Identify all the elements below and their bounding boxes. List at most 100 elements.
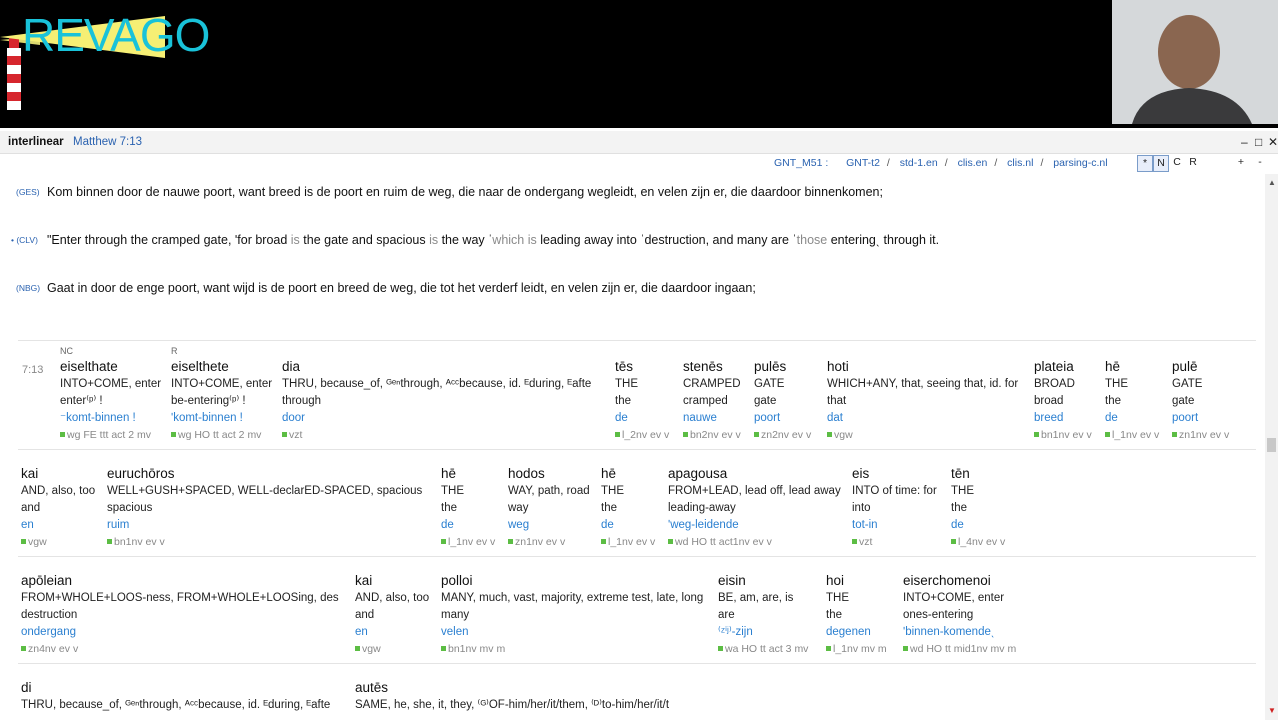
version-text: Gaat in door de enge poort, want wijd is…	[47, 281, 756, 295]
interlinear-word[interactable]: hē THE the de l_1nv ev v	[1105, 358, 1159, 444]
greek-word[interactable]: kai	[21, 465, 95, 483]
gloss-line: THE	[441, 485, 464, 497]
parsing-code: wg FE ttt act 2 mv	[60, 427, 161, 444]
dutch-gloss[interactable]: en	[355, 624, 429, 641]
parse-marker-icon	[1105, 432, 1110, 437]
dutch-gloss[interactable]: poort	[1172, 410, 1229, 427]
interlinear-word[interactable]: apagousa FROM+LEAD, lead off, lead away le…	[668, 465, 841, 551]
toggle-r[interactable]: R	[1186, 155, 1200, 170]
interlinear-word[interactable]: kai AND, also, too and en vgw	[21, 465, 95, 551]
dutch-gloss[interactable]: velen	[441, 624, 703, 641]
module-gnt-t2[interactable]: GNT-t2	[846, 157, 880, 169]
dutch-gloss[interactable]: ʹkomt-binnen !	[171, 410, 272, 427]
greek-word[interactable]: stenēs	[683, 358, 741, 376]
interlinear-word[interactable]: pulē GATE gate poort zn1nv ev v	[1172, 358, 1229, 444]
close-icon[interactable]: ✕	[1268, 135, 1278, 149]
greek-word[interactable]: hoi	[826, 572, 887, 590]
toggle-n[interactable]: N	[1153, 155, 1169, 172]
dutch-gloss[interactable]: ʹweg-leidende	[668, 517, 841, 534]
greek-word[interactable]: plateia	[1034, 358, 1092, 376]
interlinear-word[interactable]: di THRU, because_of, ᴳᵉⁿthrough, ᴬᶜᶜbecau…	[21, 679, 330, 714]
minimize-icon[interactable]: –	[1241, 135, 1248, 149]
module-std-1-en[interactable]: std-1.en	[900, 157, 938, 169]
interlinear-word[interactable]: pulēs GATE gate poort zn2nv ev v	[754, 358, 811, 444]
interlinear-word[interactable]: eis INTO of time: for into tot-in vzt	[852, 465, 937, 551]
zoom-in-button[interactable]: +	[1234, 155, 1248, 170]
dutch-gloss[interactable]: weg	[508, 517, 590, 534]
interlinear-word[interactable]: tēn THE the de l_4nv ev v	[951, 465, 1005, 551]
greek-word[interactable]: euruchōros	[107, 465, 422, 483]
module-gnt-m51[interactable]: GNT_M51 :	[774, 157, 828, 169]
greek-word[interactable]: eiselthete	[171, 358, 272, 376]
greek-word[interactable]: hodos	[508, 465, 590, 483]
module-clis-nl[interactable]: clis.nl	[1007, 157, 1033, 169]
interlinear-word[interactable]: Reiselthete INTO+COME, enter be-entering⁽ᵖ…	[171, 346, 272, 444]
greek-word[interactable]: pulē	[1172, 358, 1229, 376]
greek-word[interactable]: eiserchomenoi	[903, 572, 1016, 590]
interlinear-word[interactable]: stenēs CRAMPED cramped nauwe bn2nv ev v	[683, 358, 741, 444]
greek-word[interactable]: hoti	[827, 358, 1018, 376]
toggle-star[interactable]: *	[1137, 155, 1153, 172]
greek-word[interactable]: apagousa	[668, 465, 841, 483]
greek-word[interactable]: eis	[852, 465, 937, 483]
scrollbar[interactable]: ▲ ▼	[1265, 174, 1278, 720]
interlinear-word[interactable]: kai AND, also, too and en vgw	[355, 572, 429, 658]
greek-word[interactable]: dia	[282, 358, 591, 376]
dutch-gloss[interactable]: de	[1105, 410, 1159, 427]
interlinear-word[interactable]: plateia BROAD broad breed bn1nv ev v	[1034, 358, 1092, 444]
interlinear-word[interactable]: apōleian FROM+WHOLE+LOOS-ness, FROM+WHOLE…	[21, 572, 339, 658]
dutch-gloss[interactable]: ondergang	[21, 624, 339, 641]
dutch-gloss[interactable]: nauwe	[683, 410, 741, 427]
greek-word[interactable]: hē	[601, 465, 655, 483]
dutch-gloss[interactable]: door	[282, 410, 591, 427]
dutch-gloss[interactable]: ʹbinnen-komendeˎ	[903, 624, 1016, 641]
greek-word[interactable]: tēn	[951, 465, 1005, 483]
greek-word[interactable]: eiselthate	[60, 358, 161, 376]
interlinear-word[interactable]: tēs THE the de l_2nv ev v	[615, 358, 669, 444]
interlinear-word[interactable]: hē THE the de l_1nv ev v	[441, 465, 495, 551]
greek-word[interactable]: hē	[1105, 358, 1159, 376]
module-clis-en[interactable]: clis.en	[958, 157, 988, 169]
dutch-gloss[interactable]: degenen	[826, 624, 887, 641]
dutch-gloss[interactable]: breed	[1034, 410, 1092, 427]
dutch-gloss[interactable]: de	[601, 517, 655, 534]
interlinear-word[interactable]: eiserchomenoi INTO+COME, enter ones-enteri…	[903, 572, 1016, 658]
zoom-out-button[interactable]: -	[1253, 155, 1267, 170]
scroll-down-icon[interactable]: ▼	[1268, 706, 1276, 715]
maximize-icon[interactable]: □	[1255, 135, 1262, 149]
dutch-gloss[interactable]: ruim	[107, 517, 422, 534]
scroll-up-icon[interactable]: ▲	[1268, 178, 1276, 187]
greek-word[interactable]: tēs	[615, 358, 669, 376]
scroll-thumb[interactable]	[1267, 438, 1276, 452]
interlinear-word[interactable]: NC eiselthate INTO+COME, enter enter⁽ᵖ⁾ ! ⁻k…	[60, 346, 161, 444]
greek-word[interactable]: autēs	[355, 679, 669, 697]
interlinear-word[interactable]: hē THE the de l_1nv ev v	[601, 465, 655, 551]
dutch-gloss[interactable]: ⁻komt-binnen !	[60, 410, 161, 427]
dutch-gloss[interactable]: de	[951, 517, 1005, 534]
verse-reference[interactable]: Matthew 7:13	[73, 136, 142, 148]
dutch-gloss[interactable]: poort	[754, 410, 811, 427]
interlinear-word[interactable]: hoti WHICH+ANY, that, seeing that, id. fo…	[827, 358, 1018, 444]
interlinear-word[interactable]: eisin BE, am, are, is are ⁽ᶻⁱʲ⁾-zijn wa HO t…	[718, 572, 808, 658]
dutch-gloss[interactable]: tot-in	[852, 517, 937, 534]
dutch-gloss[interactable]: en	[21, 517, 95, 534]
interlinear-word[interactable]: autēs SAME, he, she, it, they, ⁽ᴳ⁾OF-him/…	[355, 679, 669, 714]
greek-word[interactable]: kai	[355, 572, 429, 590]
toggle-c[interactable]: C	[1170, 155, 1184, 170]
interlinear-word[interactable]: polloi MANY, much, vast, majority, extrem…	[441, 572, 703, 658]
greek-word[interactable]: eisin	[718, 572, 808, 590]
interlinear-word[interactable]: hoi THE the degenen l_1nv mv m	[826, 572, 887, 658]
dutch-gloss[interactable]: ⁽ᶻⁱʲ⁾-zijn	[718, 624, 808, 641]
greek-word[interactable]: apōleian	[21, 572, 339, 590]
module-parsing-c-nl[interactable]: parsing-c.nl	[1053, 157, 1107, 169]
interlinear-word[interactable]: euruchōros WELL+GUSH+SPACED, WELL-declarE…	[107, 465, 422, 551]
greek-word[interactable]: pulēs	[754, 358, 811, 376]
greek-word[interactable]: hē	[441, 465, 495, 483]
dutch-gloss[interactable]: dat	[827, 410, 1018, 427]
interlinear-word[interactable]: dia THRU, because_of, ᴳᵉⁿthrough, ᴬᶜᶜbeca…	[282, 358, 591, 444]
greek-word[interactable]: polloi	[441, 572, 703, 590]
dutch-gloss[interactable]: de	[441, 517, 495, 534]
interlinear-word[interactable]: hodos WAY, path, road way weg zn1nv ev v	[508, 465, 590, 551]
greek-word[interactable]: di	[21, 679, 330, 697]
dutch-gloss[interactable]: de	[615, 410, 669, 427]
